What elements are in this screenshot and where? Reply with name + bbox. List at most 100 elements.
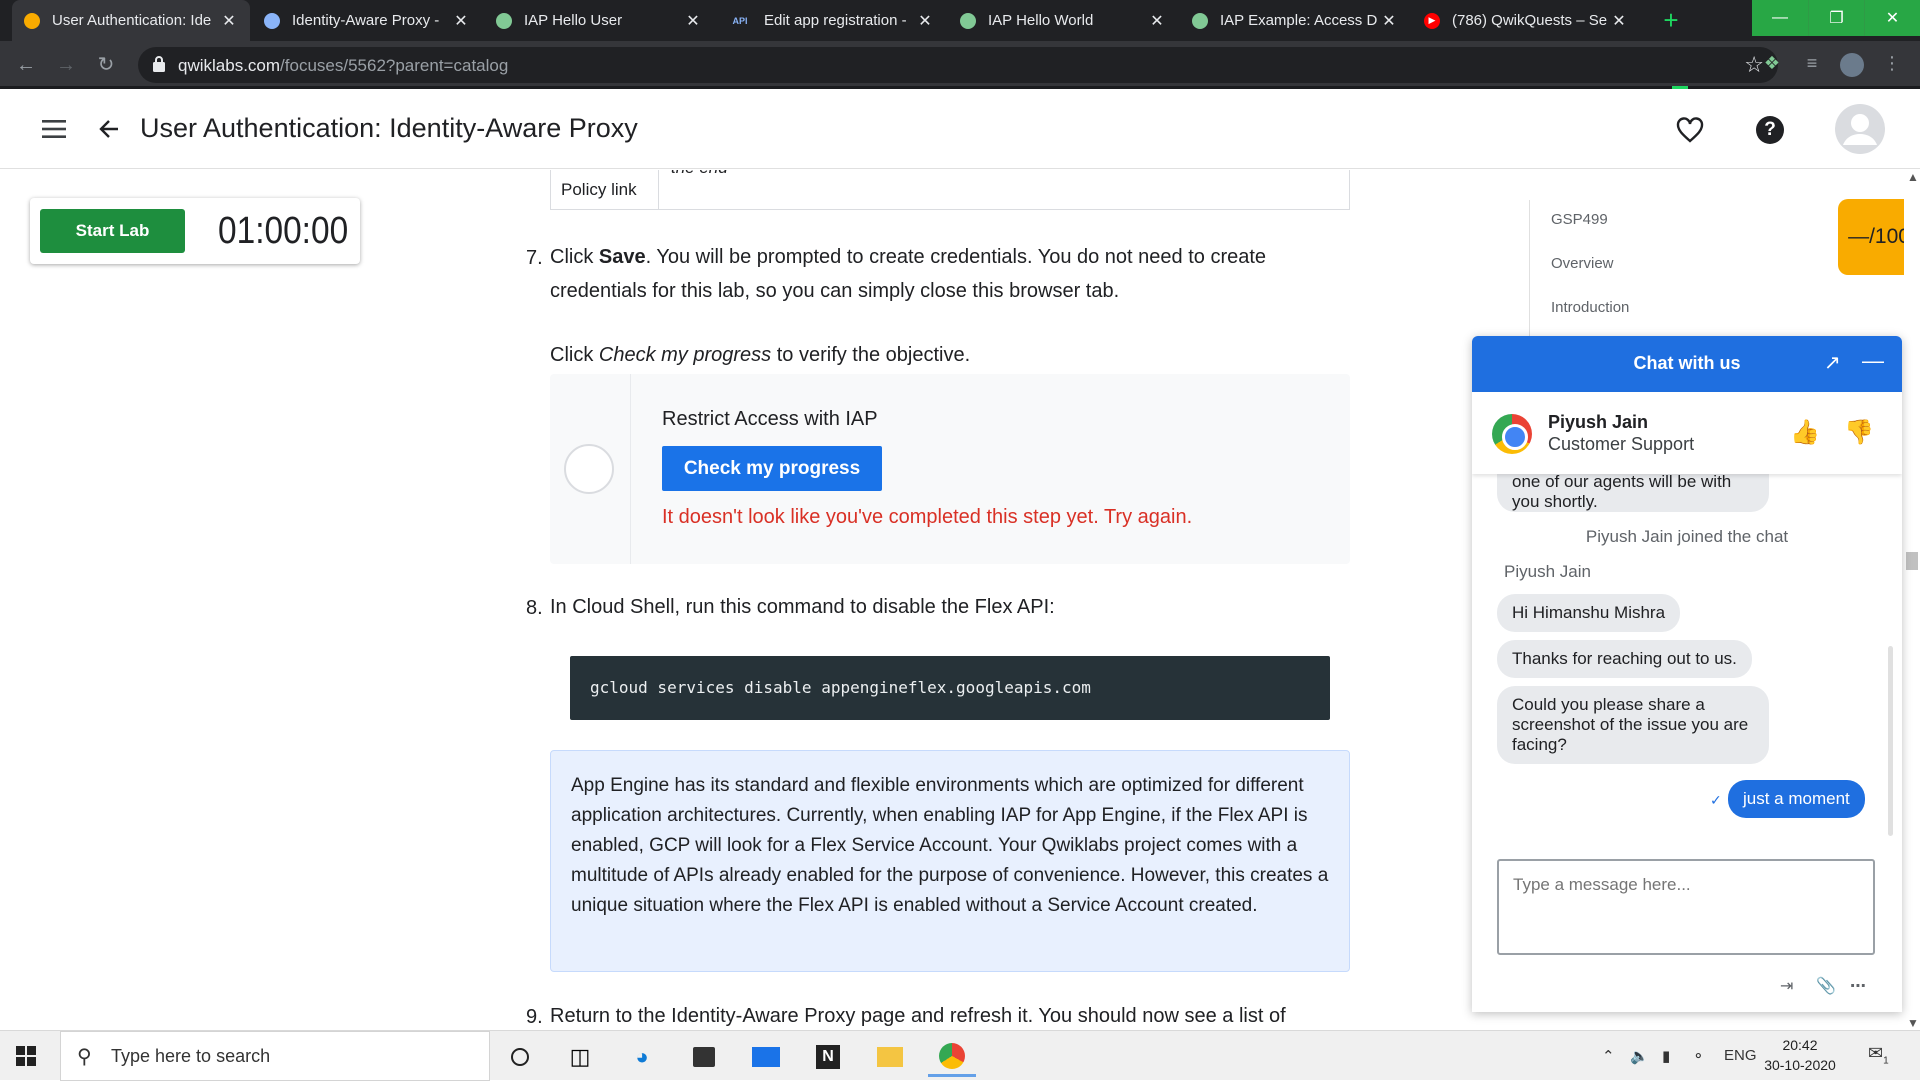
language-indicator[interactable]: ENG: [1724, 1047, 1757, 1064]
windows-start-icon[interactable]: [16, 1046, 36, 1066]
close-tab-icon[interactable]: ✕: [684, 11, 702, 31]
browser-tab[interactable]: User Authentication: Ide ✕: [12, 0, 250, 41]
agent-name: Piyush Jain: [1548, 412, 1649, 432]
progress-error-message: It doesn't look like you've completed th…: [662, 506, 1193, 528]
youtube-icon: ▶: [1424, 12, 1440, 29]
globe-icon: [1192, 12, 1208, 29]
browser-tab[interactable]: IAP Hello User ✕: [484, 0, 714, 41]
shield-icon: [264, 12, 280, 29]
scroll-up-icon[interactable]: ▲: [1907, 170, 1919, 184]
tray-chevron-icon[interactable]: ⌃: [1602, 1047, 1615, 1065]
cortana-icon[interactable]: [496, 1037, 544, 1077]
close-tab-icon[interactable]: ✕: [1610, 11, 1628, 31]
tab-title: Edit app registration -: [764, 12, 907, 29]
profile-avatar-icon[interactable]: [1840, 53, 1864, 77]
check-my-progress-button[interactable]: Check my progress: [662, 446, 882, 491]
help-icon[interactable]: ?: [1756, 116, 1784, 144]
system-message: Piyush Jain joined the chat: [1585, 527, 1789, 546]
message-sender: Piyush Jain: [1504, 562, 1591, 581]
hamburger-menu-icon[interactable]: [42, 119, 68, 139]
favorite-heart-icon[interactable]: [1676, 117, 1704, 143]
browser-toolbar: ← → ↻ qwiklabs.com/focuses/5562?parent=c…: [0, 41, 1920, 89]
extensions-puzzle-icon[interactable]: ❖: [1760, 53, 1784, 77]
tab-title: User Authentication: Ide: [52, 12, 212, 29]
store-icon[interactable]: [680, 1037, 728, 1077]
agent-avatar: [1492, 414, 1532, 454]
table-cell-label: Policy link: [551, 170, 659, 210]
toc-rail: [1529, 200, 1530, 340]
chat-message: Could you please share a screenshot of t…: [1497, 686, 1769, 764]
browser-menu-icon[interactable]: ⋮: [1880, 53, 1904, 77]
wifi-icon[interactable]: ⚬: [1692, 1047, 1705, 1065]
chat-message-input[interactable]: [1497, 859, 1875, 955]
lab-instructions: Policy link the end 7. Click Save. You w…: [0, 170, 1530, 1030]
close-tab-icon[interactable]: ✕: [452, 11, 470, 31]
table-cell-value: the end: [671, 170, 728, 178]
back-icon[interactable]: ←: [12, 51, 40, 79]
search-icon: ⚲: [77, 1046, 92, 1068]
window-controls: — ❐ ✕: [1752, 0, 1920, 36]
close-window-button[interactable]: ✕: [1864, 0, 1920, 36]
address-bar[interactable]: qwiklabs.com/focuses/5562?parent=catalog…: [138, 47, 1778, 83]
qwiklabs-icon: [24, 12, 40, 29]
divider: [630, 374, 631, 564]
chat-message: Thanks for reaching out to us.: [1497, 640, 1752, 678]
step-number: 8.: [526, 597, 543, 619]
thumbs-up-icon[interactable]: 👍: [1790, 418, 1820, 447]
page-title: User Authentication: Identity-Aware Prox…: [140, 113, 638, 143]
close-tab-icon[interactable]: ✕: [1380, 11, 1398, 31]
browser-tab[interactable]: IAP Hello World ✕: [948, 0, 1178, 41]
code-block[interactable]: gcloud services disable appengineflex.go…: [570, 656, 1330, 720]
toc-item-overview[interactable]: Overview: [1551, 255, 1614, 272]
end-chat-icon[interactable]: ⇥: [1780, 976, 1793, 996]
restore-window-button[interactable]: ❐: [1808, 0, 1864, 36]
toc-item-gsp499[interactable]: GSP499: [1551, 211, 1608, 228]
chrome-icon[interactable]: [928, 1037, 976, 1077]
file-explorer-icon[interactable]: [866, 1037, 914, 1077]
reload-icon[interactable]: ↻: [92, 51, 120, 79]
minimize-icon[interactable]: —: [1862, 348, 1884, 374]
battery-icon[interactable]: ▮: [1662, 1047, 1670, 1065]
close-tab-icon[interactable]: ✕: [1148, 11, 1166, 31]
forward-icon[interactable]: →: [52, 51, 80, 79]
info-note: App Engine has its standard and flexible…: [550, 750, 1350, 972]
edge-browser-icon[interactable]: ◕: [618, 1037, 666, 1077]
attachment-icon[interactable]: 📎: [1816, 976, 1836, 996]
progress-check-box: Restrict Access with IAP Check my progre…: [550, 374, 1350, 564]
volume-icon[interactable]: 🔈: [1630, 1047, 1649, 1065]
more-options-icon[interactable]: ⋯: [1850, 976, 1866, 996]
chat-scrollbar[interactable]: [1888, 646, 1893, 836]
expand-arrow-icon[interactable]: ↗: [1824, 350, 1841, 375]
close-tab-icon[interactable]: ✕: [916, 11, 934, 31]
media-queue-icon[interactable]: ≡: [1800, 53, 1824, 77]
mail-icon[interactable]: [742, 1037, 790, 1077]
close-tab-icon[interactable]: ✕: [220, 11, 238, 31]
page-scrollbar[interactable]: ▲ ▼: [1904, 170, 1920, 1030]
notification-center-icon[interactable]: ✉1: [1868, 1043, 1889, 1067]
browser-tab[interactable]: ▶ (786) QwikQuests – Se ✕: [1412, 0, 1640, 41]
notion-icon[interactable]: N: [804, 1037, 852, 1077]
globe-icon: [496, 12, 512, 29]
new-tab-button[interactable]: +: [1656, 6, 1686, 36]
system-clock[interactable]: 20:42 30-10-2020: [1760, 1035, 1840, 1075]
browser-tab[interactable]: Identity-Aware Proxy - ✕: [252, 0, 482, 41]
search-placeholder: Type here to search: [111, 1046, 271, 1066]
my-message: just a moment: [1728, 780, 1865, 818]
browser-tab[interactable]: IAP Example: Access D ✕: [1180, 0, 1410, 41]
api-icon: API: [732, 15, 748, 26]
scroll-down-icon[interactable]: ▼: [1907, 1016, 1919, 1030]
task-view-icon[interactable]: ◫: [556, 1037, 604, 1077]
user-avatar-icon[interactable]: [1834, 103, 1886, 155]
toc-item-introduction[interactable]: Introduction: [1551, 299, 1629, 316]
taskbar-search[interactable]: ⚲ Type here to search: [60, 1031, 490, 1081]
minimize-window-button[interactable]: —: [1752, 0, 1808, 36]
browser-tab[interactable]: API Edit app registration - ✕: [716, 0, 946, 41]
app-header: User Authentication: Identity-Aware Prox…: [0, 89, 1920, 169]
step-9-text: Return to the Identity-Aware Proxy page …: [550, 1005, 1286, 1027]
agent-info: Piyush Jain Customer Support 👍 👎: [1472, 392, 1902, 474]
step-number: 9.: [526, 1006, 543, 1028]
back-arrow-icon[interactable]: [98, 118, 120, 140]
scroll-thumb[interactable]: [1906, 552, 1918, 570]
delivered-check-icon: ✓: [1710, 792, 1722, 808]
thumbs-down-icon[interactable]: 👎: [1844, 418, 1874, 447]
